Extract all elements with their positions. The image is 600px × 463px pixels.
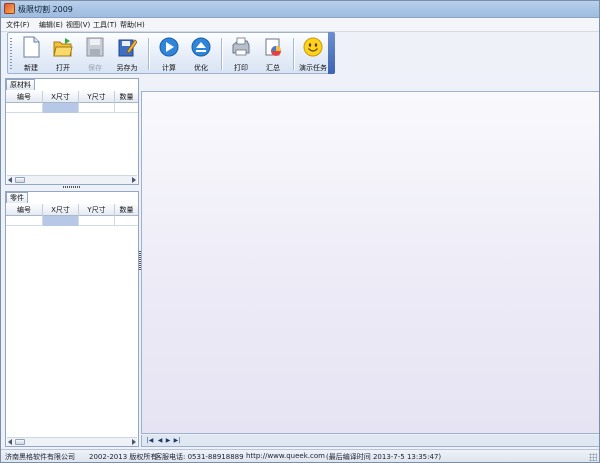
sheet-navigator: |◀ ◀ ▶ ▶|: [141, 435, 599, 447]
column-x-size[interactable]: X尺寸: [43, 91, 79, 103]
cell-y-size[interactable]: [79, 103, 115, 113]
open-button[interactable]: 打开: [47, 36, 79, 72]
resize-grip-icon[interactable]: [589, 453, 597, 461]
scroll-right-icon[interactable]: [132, 439, 136, 445]
new-button[interactable]: 新建: [15, 36, 47, 72]
scroll-thumb[interactable]: [15, 177, 25, 183]
scroll-thumb[interactable]: [15, 439, 25, 445]
first-sheet-button[interactable]: |◀: [146, 437, 154, 445]
cell-id[interactable]: [6, 216, 43, 226]
menu-view[interactable]: 视图(V): [66, 20, 90, 30]
print-button[interactable]: 打印: [225, 36, 257, 72]
play-icon: [159, 37, 179, 57]
menu-file[interactable]: 文件(F): [6, 20, 30, 30]
toolbar-separator: [293, 38, 294, 70]
summary-icon: [265, 38, 281, 56]
table-row[interactable]: [6, 103, 138, 113]
splitter-grip-icon: [63, 186, 81, 188]
table-row[interactable]: [6, 216, 138, 226]
column-id[interactable]: 编号: [6, 91, 43, 103]
menu-bar: 文件(F) 编辑(E) 视图(V) 工具(T) 帮助(H): [1, 18, 599, 32]
horizontal-scrollbar[interactable]: [7, 175, 137, 184]
parts-panel: 零件 编号 X尺寸 Y尺寸 数量: [5, 191, 139, 447]
column-y-size[interactable]: Y尺寸: [79, 204, 115, 216]
cell-x-size[interactable]: [43, 103, 79, 113]
menu-edit[interactable]: 编辑(E): [39, 20, 63, 30]
grid-header: 编号 X尺寸 Y尺寸 数量: [6, 204, 138, 216]
horizontal-splitter[interactable]: [5, 185, 139, 190]
title-bar[interactable]: 极限切割 2009: [1, 1, 599, 18]
column-y-size[interactable]: Y尺寸: [79, 91, 115, 103]
cell-x-size[interactable]: [43, 216, 79, 226]
cell-y-size[interactable]: [79, 216, 115, 226]
prev-sheet-button[interactable]: ◀: [156, 437, 164, 445]
cell-quantity[interactable]: [115, 216, 138, 226]
next-sheet-button[interactable]: ▶: [164, 437, 172, 445]
save-disk-icon: [86, 37, 104, 57]
raw-material-panel: 原材料 编号 X尺寸 Y尺寸 数量: [5, 78, 139, 185]
status-copyright: 2002-2013 版权所有: [89, 453, 158, 461]
eject-icon: [191, 37, 211, 57]
column-x-size[interactable]: X尺寸: [43, 204, 79, 216]
layout-canvas[interactable]: [141, 91, 599, 434]
last-sheet-button[interactable]: ▶|: [173, 437, 181, 445]
printer-icon: [232, 37, 250, 56]
cell-quantity[interactable]: [115, 103, 138, 113]
horizontal-scrollbar[interactable]: [7, 437, 137, 446]
status-build-time: (最后编译时间 2013-7-5 13:35:47): [326, 453, 442, 461]
main-toolbar: 新建 打开 保存 另存为 计算 优化 打印 汇总 演示任务: [7, 32, 335, 74]
save-as-button[interactable]: 另存为: [111, 36, 143, 72]
scroll-right-icon[interactable]: [132, 177, 136, 183]
window-title: 极限切割 2009: [18, 5, 73, 14]
app-window: 极限切割 2009 文件(F) 编辑(E) 视图(V) 工具(T) 帮助(H) …: [0, 0, 600, 463]
optimize-button[interactable]: 优化: [185, 36, 217, 72]
save-as-icon: [118, 39, 137, 57]
column-quantity[interactable]: 数量: [115, 204, 138, 216]
toolbar-grip[interactable]: [10, 38, 12, 70]
toolbar-overflow[interactable]: [328, 32, 335, 74]
summary-button[interactable]: 汇总: [257, 36, 289, 72]
demo-task-button[interactable]: 演示任务: [297, 36, 329, 72]
open-folder-icon: [53, 38, 73, 57]
status-website[interactable]: http://www.queek.com: [246, 452, 325, 460]
smiley-icon: [303, 37, 323, 57]
calculate-button[interactable]: 计算: [153, 36, 185, 72]
new-document-icon: [23, 36, 40, 58]
column-quantity[interactable]: 数量: [115, 91, 138, 103]
tab-raw-material[interactable]: 原材料: [6, 79, 35, 90]
menu-tools[interactable]: 工具(T): [93, 20, 117, 30]
toolbar-separator: [221, 38, 222, 70]
grid-header: 编号 X尺寸 Y尺寸 数量: [6, 91, 138, 103]
scroll-left-icon[interactable]: [8, 439, 12, 445]
toolbar-separator: [148, 38, 149, 70]
tab-parts[interactable]: 零件: [6, 192, 28, 203]
menu-help[interactable]: 帮助(H): [120, 20, 145, 30]
status-company: 济南黑格软件有限公司: [5, 453, 75, 461]
app-icon: [4, 3, 15, 14]
status-bar: 济南黑格软件有限公司 2002-2013 版权所有 客服电话: 0531-889…: [1, 449, 599, 462]
status-phone: 客服电话: 0531-88918889: [155, 453, 244, 461]
column-id[interactable]: 编号: [6, 204, 43, 216]
save-button[interactable]: 保存: [79, 36, 111, 72]
cell-id[interactable]: [6, 103, 43, 113]
scroll-left-icon[interactable]: [8, 177, 12, 183]
